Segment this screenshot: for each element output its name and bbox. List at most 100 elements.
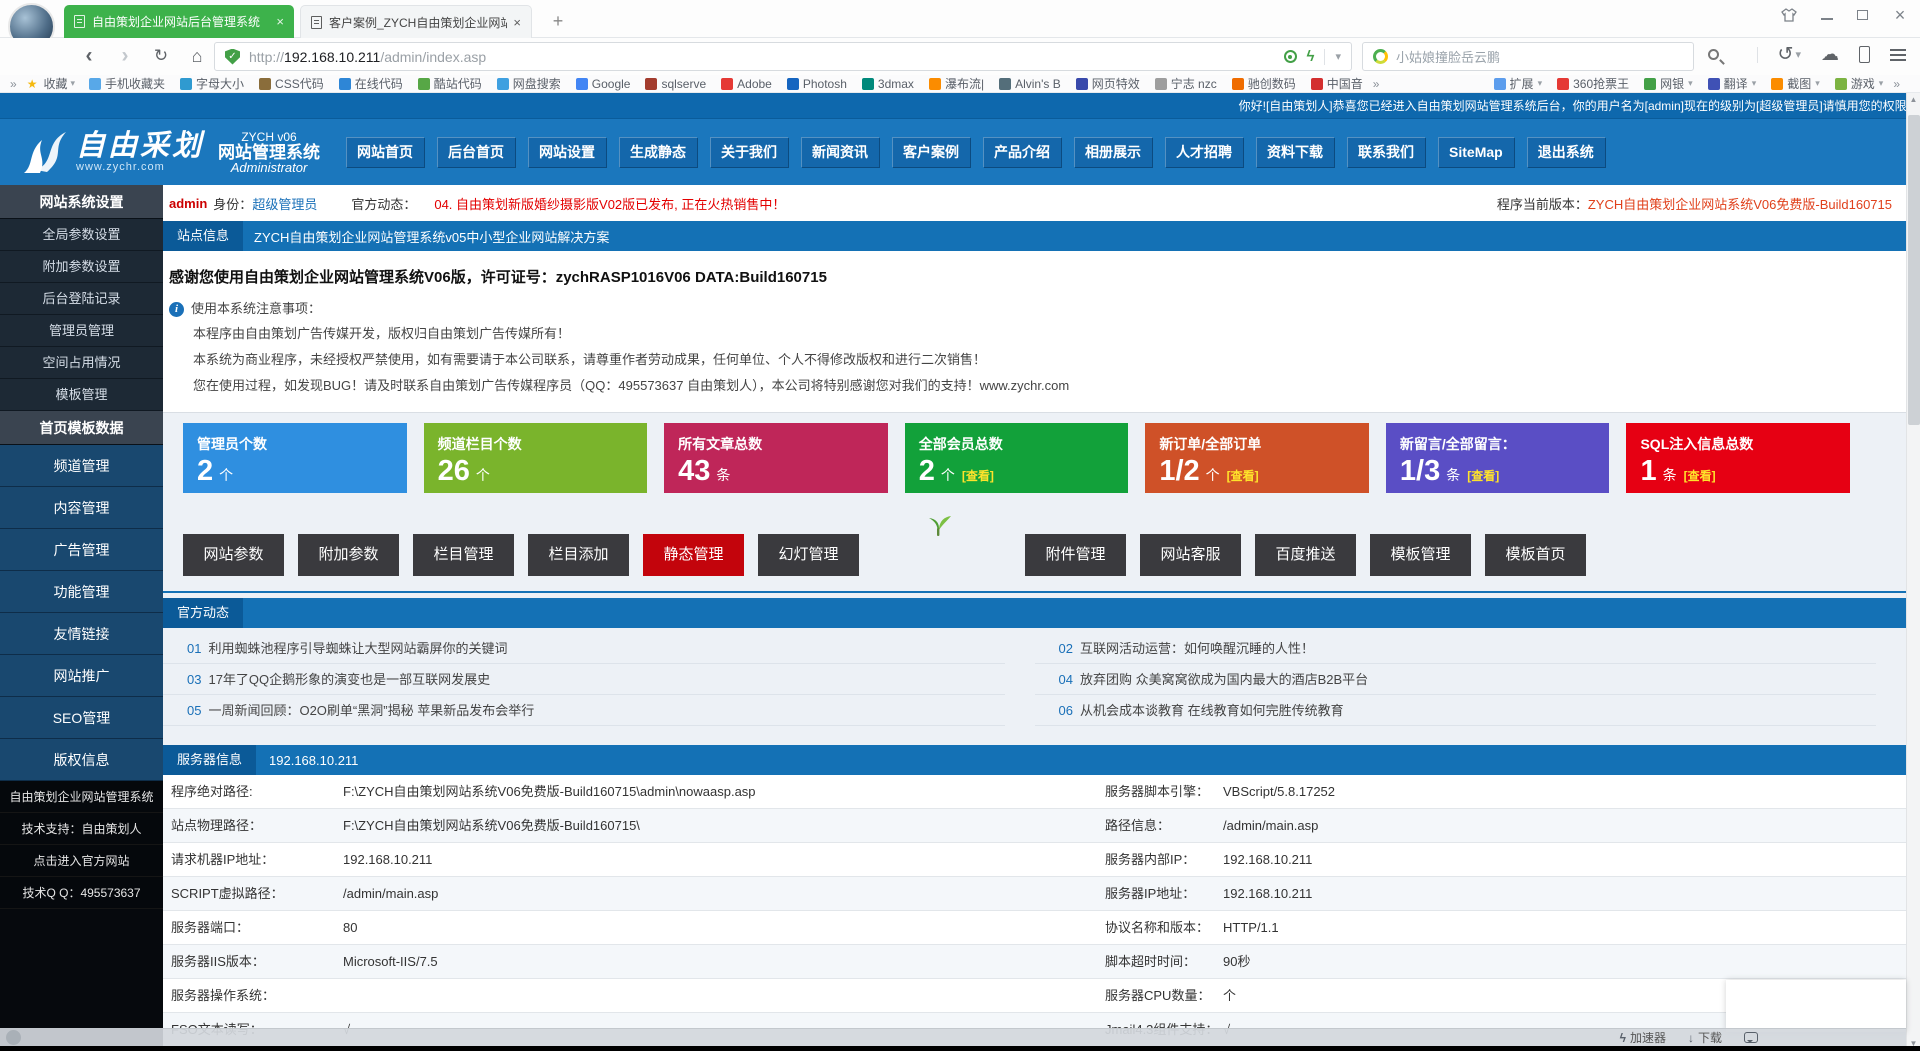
nav-item[interactable]: 退出系统 (1527, 137, 1605, 167)
news-item[interactable]: 02互联网活动运营：如何唤醒沉睡的人性！ (1035, 633, 1877, 664)
scroll-up-icon[interactable]: ▲ (1907, 93, 1920, 107)
site-info-tab[interactable]: 站点信息 (163, 221, 243, 251)
address-bar[interactable]: ✓ http://192.168.10.211/admin/index.asp … (214, 42, 1352, 71)
view-link[interactable]: [查看] (1684, 467, 1716, 484)
bookmarks-toggle-icon[interactable]: » (10, 77, 17, 91)
quick-button[interactable]: 静态管理 (643, 534, 744, 576)
sidebar-item[interactable]: 内容管理 (0, 487, 163, 529)
sidebar-item[interactable]: 频道管理 (0, 445, 163, 487)
nav-item[interactable]: 资料下载 (1256, 137, 1334, 167)
news-tab[interactable]: 官方动态 (163, 598, 243, 628)
bookmark-item[interactable]: 网页特效 (1076, 75, 1140, 92)
bookmark-item[interactable]: Google (576, 77, 631, 91)
bookmark-item[interactable]: 瀑布流| (929, 75, 984, 92)
quick-button[interactable]: 百度推送 (1255, 534, 1356, 576)
news-item[interactable]: 01利用蜘蛛池程序引导蜘蛛让大型网站霸屏你的关键词 (163, 633, 1005, 664)
forward-icon[interactable]: › (112, 43, 138, 69)
home-icon[interactable]: ⌂ (184, 43, 210, 69)
nav-item[interactable]: SiteMap (1438, 137, 1514, 167)
sidebar-item[interactable]: 附加参数设置 (0, 251, 163, 283)
page-scrollbar[interactable]: ▲ ▼ (1906, 93, 1920, 1051)
quick-button[interactable]: 模板管理 (1370, 534, 1471, 576)
view-link[interactable]: [查看] (962, 467, 994, 484)
search-icon[interactable] (1708, 49, 1719, 60)
nav-item[interactable]: 新闻资讯 (801, 137, 879, 167)
quick-button[interactable]: 幻灯管理 (758, 534, 859, 576)
browser-tab-inactive[interactable]: 客户案例_ZYCH自由策划企业网站 × (300, 5, 532, 38)
history-undo-icon[interactable]: ↺▾ (1778, 43, 1801, 66)
nav-item[interactable]: 产品介绍 (983, 137, 1061, 167)
bookmarks-overflow-icon[interactable]: » (1373, 77, 1380, 91)
bookmark-item[interactable]: 酷站代码 (418, 75, 482, 92)
sidebar-item[interactable]: 网站推广 (0, 655, 163, 697)
quick-button[interactable]: 附加参数 (298, 534, 399, 576)
cloud-sync-icon[interactable]: ☁ (1821, 44, 1839, 65)
speed-mode-icon[interactable]: ϟ (1307, 48, 1315, 65)
bookmark-item[interactable]: sqlserve (645, 77, 706, 91)
back-icon[interactable]: ‹ (76, 43, 102, 69)
sidebar-item[interactable]: 后台登陆记录 (0, 283, 163, 315)
nav-item[interactable]: 人才招聘 (1165, 137, 1243, 167)
bookmark-item[interactable]: 驰创数码 (1232, 75, 1296, 92)
bookmark-item[interactable]: 手机收藏夹 (89, 75, 165, 92)
nav-item[interactable]: 关于我们 (710, 137, 788, 167)
nav-item[interactable]: 后台首页 (437, 137, 515, 167)
view-link[interactable]: [查看] (1467, 467, 1499, 484)
sidebar-item[interactable]: 空间占用情况 (0, 347, 163, 379)
accelerator-button[interactable]: ϟ 加速器 (1620, 1029, 1666, 1046)
nav-item[interactable]: 相册展示 (1074, 137, 1152, 167)
new-tab-button[interactable]: + (545, 9, 571, 33)
bookmark-item[interactable]: 宁志 nzc (1155, 75, 1217, 92)
quick-button[interactable]: 网站参数 (183, 534, 284, 576)
sidebar-item[interactable]: 模板管理 (0, 379, 163, 411)
sidebar-item[interactable]: 友情链接 (0, 613, 163, 655)
nav-item[interactable]: 网站首页 (346, 137, 424, 167)
chevron-down-icon[interactable]: ▾ (1335, 50, 1341, 63)
bookmark-item[interactable]: 3dmax (862, 77, 914, 91)
refresh-icon[interactable]: ↻ (148, 43, 174, 69)
sidebar-item[interactable]: 管理员管理 (0, 315, 163, 347)
bookmark-item[interactable]: 360抢票王 (1557, 75, 1629, 92)
news-item[interactable]: 05一周新闻回顾：O2O刷单“黑洞”揭秘 苹果新品发布会举行 (163, 695, 1005, 726)
bookmark-item[interactable]: 截图▾ (1771, 75, 1820, 92)
bookmark-item[interactable]: Photosh (787, 77, 847, 91)
favorites-menu[interactable]: ★ 收藏 ▾ (27, 75, 75, 92)
bookmark-item[interactable]: CSS代码 (259, 75, 324, 92)
sidebar-item[interactable]: 功能管理 (0, 571, 163, 613)
bookmark-item[interactable]: 扩展▾ (1494, 75, 1543, 92)
feedback-bubble-icon[interactable] (1744, 1032, 1758, 1043)
bookmark-item[interactable]: 在线代码 (339, 75, 403, 92)
skin-icon[interactable] (1781, 7, 1797, 23)
sidebar-item[interactable]: 版权信息 (0, 739, 163, 781)
quick-button[interactable]: 栏目添加 (528, 534, 629, 576)
sidebar-item[interactable]: SEO管理 (0, 697, 163, 739)
tab-close-icon[interactable]: × (276, 14, 284, 29)
bookmark-item[interactable]: Adobe (721, 77, 772, 91)
server-tab[interactable]: 服务器信息 (163, 745, 256, 775)
sidebar-item[interactable]: 网站系统设置 (0, 185, 163, 219)
quick-button[interactable]: 模板首页 (1485, 534, 1586, 576)
mobile-icon[interactable] (1859, 46, 1870, 63)
sidebar-item[interactable]: 广告管理 (0, 529, 163, 571)
news-item[interactable]: 06从机会成本谈教育 在线教育如何完胜传统教育 (1035, 695, 1877, 726)
news-item[interactable]: 0317年了QQ企鹅形象的演变也是一部互联网发展史 (163, 664, 1005, 695)
announcement-text[interactable]: 04. 自由策划新版婚纱摄影版V02版已发布, 正在火热销售中！ (434, 194, 785, 213)
quick-button[interactable]: 栏目管理 (413, 534, 514, 576)
sidebar-item[interactable]: 首页模板数据 (0, 411, 163, 445)
bookmark-item[interactable]: 网盘搜索 (497, 75, 561, 92)
bookmark-item[interactable]: 游戏▾ (1835, 75, 1884, 92)
quick-button[interactable]: 附件管理 (1025, 534, 1126, 576)
bookmark-item[interactable]: 中国音 (1311, 75, 1363, 92)
nav-item[interactable]: 网站设置 (528, 137, 606, 167)
nav-item[interactable]: 客户案例 (892, 137, 970, 167)
role-value[interactable]: 超级管理员 (252, 194, 317, 213)
browser-tab-active[interactable]: 自由策划企业网站后台管理系统 × (64, 5, 294, 38)
sidebar-item[interactable]: 全局参数设置 (0, 219, 163, 251)
search-box[interactable]: 小姑娘撞脸岳云鹏 (1362, 42, 1694, 71)
minimize-icon[interactable] (1821, 11, 1833, 20)
view-link[interactable]: [查看] (1227, 467, 1259, 484)
bookmark-item[interactable]: Alvin's B (999, 77, 1061, 91)
nav-item[interactable]: 生成静态 (619, 137, 697, 167)
bookmarks-overflow-icon[interactable]: » (1893, 77, 1900, 91)
maximize-icon[interactable] (1857, 10, 1868, 20)
